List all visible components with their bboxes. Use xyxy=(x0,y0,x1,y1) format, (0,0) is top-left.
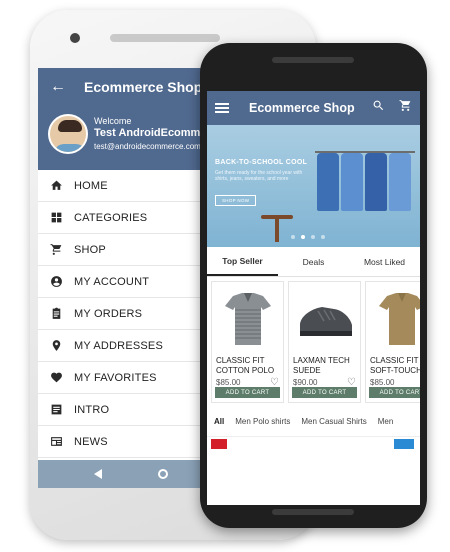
menu-item-my-account[interactable]: MY ACCOUNT xyxy=(38,266,223,298)
drawer-screen: ← Ecommerce Shop Welcome Test AndroidEco… xyxy=(38,68,223,488)
carousel-dots[interactable] xyxy=(291,235,325,239)
shirt-image xyxy=(341,153,363,211)
product-name: CLASSIC FIT SOFT-TOUCH xyxy=(370,356,420,375)
product-thumb[interactable] xyxy=(211,439,227,449)
product-tabs: Top Seller Deals Most Liked xyxy=(207,247,420,277)
speaker-grill xyxy=(110,34,220,42)
product-card[interactable]: CLASSIC FIT COTTON POLO $85.00 ♡ ADD TO … xyxy=(211,281,284,403)
carousel-dot[interactable] xyxy=(321,235,325,239)
product-carousel[interactable]: CLASSIC FIT COTTON POLO $85.00 ♡ ADD TO … xyxy=(207,277,420,407)
menu-item-categories[interactable]: CATEGORIES xyxy=(38,202,223,234)
menu-item-my-favorites[interactable]: MY FAVORITES xyxy=(38,362,223,394)
add-to-cart-button[interactable]: ADD TO CART xyxy=(369,387,420,398)
news-icon xyxy=(38,435,74,448)
menu-icon[interactable] xyxy=(215,103,229,113)
device-mockup: ← Ecommerce Shop Welcome Test AndroidEco… xyxy=(0,0,450,552)
category-tabs: All Men Polo shirts Men Casual Shirts Me… xyxy=(207,407,420,437)
drawer-app-title: Ecommerce Shop xyxy=(84,79,203,95)
menu-item-label: MY FAVORITES xyxy=(74,371,157,384)
banner-title: BACK-TO-SCHOOL COOL xyxy=(215,159,308,166)
menu-item-my-orders[interactable]: MY ORDERS xyxy=(38,298,223,330)
grid-icon xyxy=(38,211,74,224)
menu-item-label: NEWS xyxy=(74,435,108,448)
shop-screen: Ecommerce Shop BACK-TO-SCHOOL COOL Get t… xyxy=(207,91,420,505)
category-tab-men-casual-shirts[interactable]: Men Casual Shirts xyxy=(301,417,366,426)
product-card[interactable]: LAXMAN TECH SUEDE $90.00 ♡ ADD TO CART xyxy=(288,281,361,403)
nav-home-icon[interactable] xyxy=(157,469,168,479)
product-grid-preview xyxy=(207,437,420,449)
drawer-app-bar: ← Ecommerce Shop xyxy=(38,68,223,106)
product-image xyxy=(366,282,420,356)
speaker-grill xyxy=(272,57,354,63)
add-to-cart-button[interactable]: ADD TO CART xyxy=(292,387,357,398)
shop-app-bar: Ecommerce Shop xyxy=(207,91,420,125)
profile-header: Welcome Test AndroidEcommerce test@andro… xyxy=(38,106,223,170)
product-image xyxy=(289,282,360,356)
front-phone: Ecommerce Shop BACK-TO-SCHOOL COOL Get t… xyxy=(200,43,427,528)
menu-item-label: CATEGORIES xyxy=(74,211,148,224)
product-price: $90.00 xyxy=(293,378,318,387)
product-thumb[interactable] xyxy=(394,439,414,449)
product-price: $85.00 xyxy=(216,378,241,387)
speaker-grill xyxy=(272,509,354,515)
tab-deals[interactable]: Deals xyxy=(278,247,349,276)
heart-icon xyxy=(38,371,74,384)
cart-icon[interactable] xyxy=(385,99,412,117)
avatar[interactable] xyxy=(48,114,88,154)
nav-back-icon[interactable] xyxy=(93,469,102,479)
clipboard-icon xyxy=(38,307,74,320)
menu-item-shop[interactable]: SHOP xyxy=(38,234,223,266)
tab-top-seller[interactable]: Top Seller xyxy=(207,247,278,276)
location-pin-icon xyxy=(38,339,74,352)
account-icon xyxy=(38,275,74,288)
cart-icon xyxy=(38,243,74,256)
menu-item-label: HOME xyxy=(74,179,108,192)
menu-item-intro[interactable]: INTRO xyxy=(38,394,223,426)
menu-item-label: SHOP xyxy=(74,243,106,256)
carousel-dot[interactable] xyxy=(291,235,295,239)
category-tab-all[interactable]: All xyxy=(214,417,224,426)
menu-item-my-addresses[interactable]: MY ADDRESSES xyxy=(38,330,223,362)
menu-item-home[interactable]: HOME xyxy=(38,170,223,202)
banner-subtitle: Get them ready for the school year with … xyxy=(215,170,303,182)
product-name: LAXMAN TECH SUEDE xyxy=(293,356,350,375)
product-price: $85.00 xyxy=(370,378,395,387)
category-tab-men[interactable]: Men xyxy=(378,417,394,426)
menu-item-label: MY ADDRESSES xyxy=(74,339,164,352)
user-email: test@androidecommerce.com xyxy=(94,142,201,151)
promo-banner[interactable]: BACK-TO-SCHOOL COOL Get them ready for t… xyxy=(207,125,420,247)
search-icon[interactable] xyxy=(358,99,385,117)
menu-item-label: MY ORDERS xyxy=(74,307,143,320)
system-nav-bar xyxy=(38,460,223,488)
camera-icon xyxy=(70,33,80,43)
shirt-image xyxy=(389,153,411,211)
product-image xyxy=(212,282,283,356)
product-name: CLASSIC FIT COTTON POLO xyxy=(216,356,275,375)
welcome-text: Welcome xyxy=(94,116,132,126)
tab-most-liked[interactable]: Most Liked xyxy=(349,247,420,276)
back-arrow-icon[interactable]: ← xyxy=(50,78,76,96)
shirt-image xyxy=(365,153,387,211)
carousel-dot[interactable] xyxy=(311,235,315,239)
home-icon xyxy=(38,179,74,192)
shop-now-button[interactable]: SHOP NOW xyxy=(215,195,257,206)
menu-item-label: MY ACCOUNT xyxy=(74,275,150,288)
menu-item-news[interactable]: NEWS xyxy=(38,426,223,458)
list-icon xyxy=(38,403,74,416)
category-tab-men-polo-shirts[interactable]: Men Polo shirts xyxy=(235,417,290,426)
shop-app-title: Ecommerce Shop xyxy=(249,101,355,115)
product-card[interactable]: CLASSIC FIT SOFT-TOUCH $85.00 ♡ ADD TO C… xyxy=(365,281,420,403)
menu-item-label: INTRO xyxy=(74,403,110,416)
add-to-cart-button[interactable]: ADD TO CART xyxy=(215,387,280,398)
shirt-image xyxy=(317,153,339,211)
stool-leg xyxy=(275,218,279,242)
carousel-dot-active[interactable] xyxy=(301,235,305,239)
